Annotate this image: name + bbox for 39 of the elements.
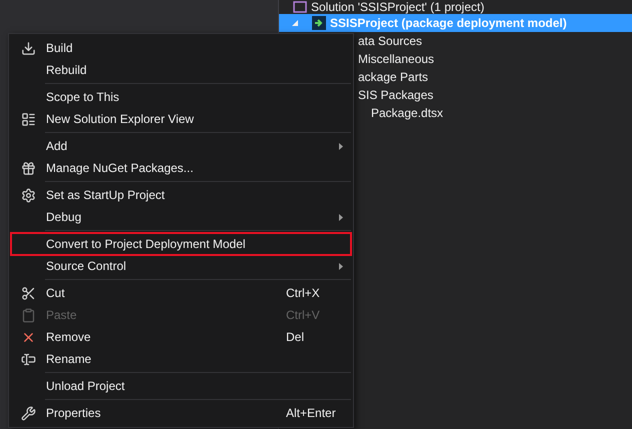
menu-item[interactable]: Scope to This [11, 86, 351, 108]
menu-item[interactable]: Remove Del [11, 326, 351, 348]
build-icon [20, 40, 36, 56]
menu-item[interactable]: Rename [11, 348, 351, 370]
submenu-arrow-icon [339, 214, 343, 221]
menu-item[interactable]: Cut Ctrl+X [11, 282, 351, 304]
clipboard-icon [20, 308, 36, 322]
tree-item[interactable]: ata Sources [358, 32, 422, 50]
shortcut-label: Alt+Enter [286, 405, 336, 422]
settings-icon [20, 188, 36, 202]
tree-item[interactable]: SIS Packages [358, 86, 434, 104]
submenu-arrow-icon [339, 143, 343, 150]
tree-item[interactable]: Solution 'SSISProject' (1 project) [311, 0, 484, 16]
shortcut-label: Ctrl+X [286, 285, 320, 302]
menu-item[interactable]: Build [11, 37, 351, 59]
expand-triangle-icon [291, 19, 299, 27]
menu-item[interactable]: Source Control [11, 255, 351, 277]
menu-item[interactable]: Convert to Project Deployment Model [11, 233, 351, 255]
wrench-icon [20, 406, 36, 420]
menu-item[interactable]: Set as StartUp Project [11, 184, 351, 206]
menu-item[interactable]: Debug [11, 206, 351, 228]
menu-item[interactable]: Rebuild [11, 59, 351, 81]
menu-item[interactable]: Add [11, 135, 351, 157]
scissors-icon [20, 286, 36, 300]
menu-item[interactable]: Unload Project [11, 375, 351, 397]
tree-item[interactable]: Package.dtsx [371, 104, 444, 122]
submenu-arrow-icon [339, 263, 343, 270]
shortcut-label: Ctrl+V [286, 307, 320, 324]
gift-icon [20, 160, 36, 176]
shortcut-label: Del [286, 329, 304, 346]
project-icon [312, 16, 326, 30]
tree-item[interactable]: ackage Parts [358, 68, 428, 86]
menu-item[interactable]: Manage NuGet Packages... [11, 157, 351, 179]
window-list-icon [20, 112, 36, 126]
rename-field-icon [20, 352, 36, 366]
menu-item[interactable]: New Solution Explorer View [11, 108, 351, 130]
menu-item[interactable]: Properties Alt+Enter [11, 402, 351, 424]
tree-item[interactable]: Miscellaneous [358, 50, 434, 68]
solution-icon [293, 1, 307, 13]
